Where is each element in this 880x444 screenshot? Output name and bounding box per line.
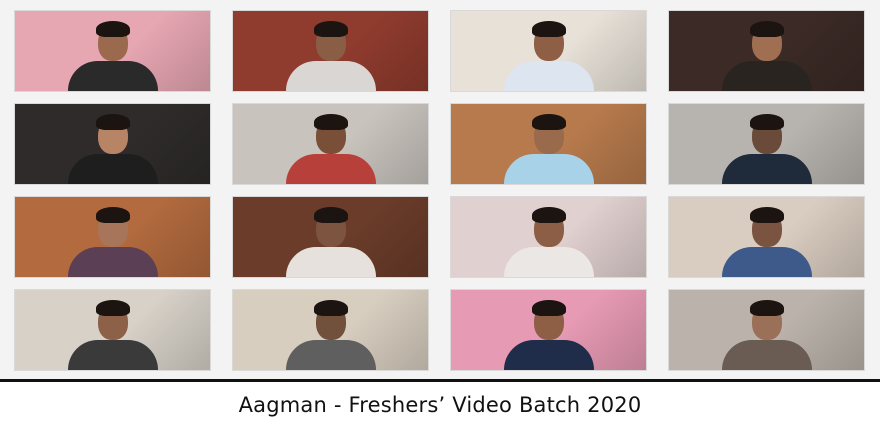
participant-torso <box>67 154 158 184</box>
participant-hair <box>95 21 130 37</box>
participant-figure <box>65 17 161 91</box>
participant-figure <box>501 17 597 91</box>
participant-hair <box>749 114 784 130</box>
participant-figure <box>719 203 815 277</box>
participant-figure <box>719 17 815 91</box>
image-caption: Aagman - Freshers’ Video Batch 2020 <box>238 393 642 417</box>
participant-torso <box>67 340 158 370</box>
participant-torso <box>721 247 812 277</box>
participant-tile[interactable] <box>232 196 429 278</box>
participant-figure <box>65 296 161 370</box>
participant-hair <box>95 300 130 316</box>
participant-tile[interactable] <box>14 103 211 185</box>
participant-figure <box>501 296 597 370</box>
participant-tile[interactable] <box>14 196 211 278</box>
participant-torso <box>721 340 812 370</box>
participant-hair <box>749 207 784 223</box>
participant-hair <box>749 300 784 316</box>
participant-tile[interactable] <box>668 289 865 371</box>
participant-grid <box>14 10 866 372</box>
participant-torso <box>67 61 158 91</box>
participant-figure <box>65 110 161 184</box>
participant-torso <box>285 247 376 277</box>
participant-tile[interactable] <box>232 10 429 92</box>
participant-figure <box>283 203 379 277</box>
participant-torso <box>721 154 812 184</box>
participant-tile[interactable] <box>450 289 647 371</box>
participant-hair <box>313 114 348 130</box>
participant-torso <box>503 340 594 370</box>
participant-figure <box>283 296 379 370</box>
participant-torso <box>503 61 594 91</box>
participant-hair <box>313 21 348 37</box>
participant-hair <box>95 114 130 130</box>
participant-hair <box>531 21 566 37</box>
participant-tile[interactable] <box>668 103 865 185</box>
participant-torso <box>67 247 158 277</box>
participant-torso <box>721 61 812 91</box>
participant-tile[interactable] <box>668 196 865 278</box>
participant-torso <box>285 61 376 91</box>
participant-hair <box>313 207 348 223</box>
video-call-screen <box>0 0 880 382</box>
participant-figure <box>719 110 815 184</box>
participant-hair <box>95 207 130 223</box>
participant-figure <box>65 203 161 277</box>
participant-torso <box>285 154 376 184</box>
participant-hair <box>313 300 348 316</box>
participant-tile[interactable] <box>232 103 429 185</box>
participant-hair <box>531 114 566 130</box>
participant-figure <box>283 17 379 91</box>
participant-tile[interactable] <box>450 10 647 92</box>
participant-tile[interactable] <box>14 289 211 371</box>
participant-hair <box>531 207 566 223</box>
participant-tile[interactable] <box>232 289 429 371</box>
participant-tile[interactable] <box>450 196 647 278</box>
participant-torso <box>503 247 594 277</box>
participant-tile[interactable] <box>668 10 865 92</box>
participant-tile[interactable] <box>450 103 647 185</box>
participant-figure <box>501 203 597 277</box>
participant-figure <box>283 110 379 184</box>
participant-hair <box>531 300 566 316</box>
participant-figure <box>719 296 815 370</box>
participant-torso <box>503 154 594 184</box>
participant-figure <box>501 110 597 184</box>
participant-tile[interactable] <box>14 10 211 92</box>
participant-hair <box>749 21 784 37</box>
participant-torso <box>285 340 376 370</box>
